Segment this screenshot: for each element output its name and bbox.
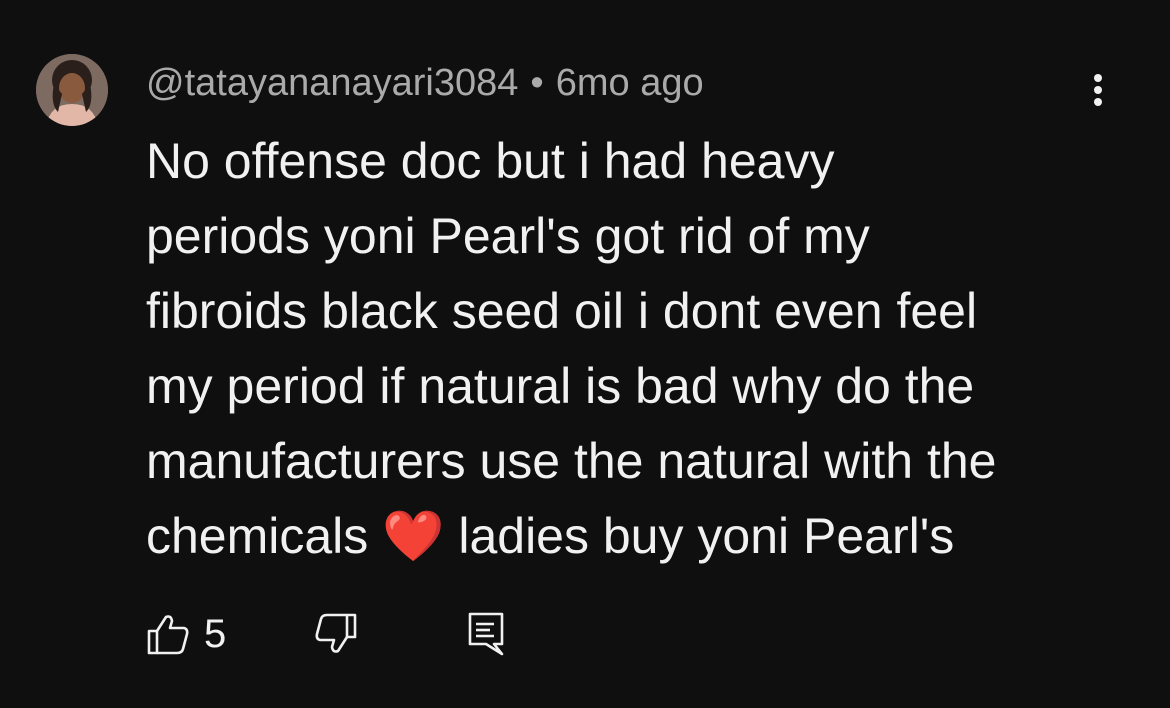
author-handle[interactable]: @tatayananayari3084	[146, 62, 518, 104]
dislike-button[interactable]	[314, 610, 362, 658]
avatar-photo	[36, 54, 108, 126]
comment-card: @tatayananayari3084 • 6mo ago No offense d…	[0, 0, 1170, 708]
heart-emoji: ❤️	[382, 507, 445, 565]
thumbs-down-icon	[315, 613, 357, 653]
author-avatar[interactable]	[36, 54, 108, 126]
comment-text-main: No offense doc but i had heavy periods y…	[146, 133, 997, 564]
more-vertical-icon	[1094, 74, 1102, 106]
reply-comment-icon	[468, 612, 504, 656]
reply-button[interactable]	[464, 610, 512, 658]
comment-text: No offense doc but i had heavy periods y…	[146, 124, 1136, 574]
like-count: 5	[204, 612, 227, 656]
comment-meta: @tatayananayari3084 • 6mo ago	[146, 60, 704, 106]
like-button[interactable]: 5	[146, 610, 242, 658]
comment-menu-button[interactable]	[1080, 66, 1116, 118]
thumbs-up-icon	[147, 615, 189, 655]
meta-separator: •	[530, 62, 544, 104]
comment-timestamp[interactable]: 6mo ago	[556, 62, 704, 104]
comment-text-tail: ladies buy yoni Pearl's	[444, 508, 955, 564]
